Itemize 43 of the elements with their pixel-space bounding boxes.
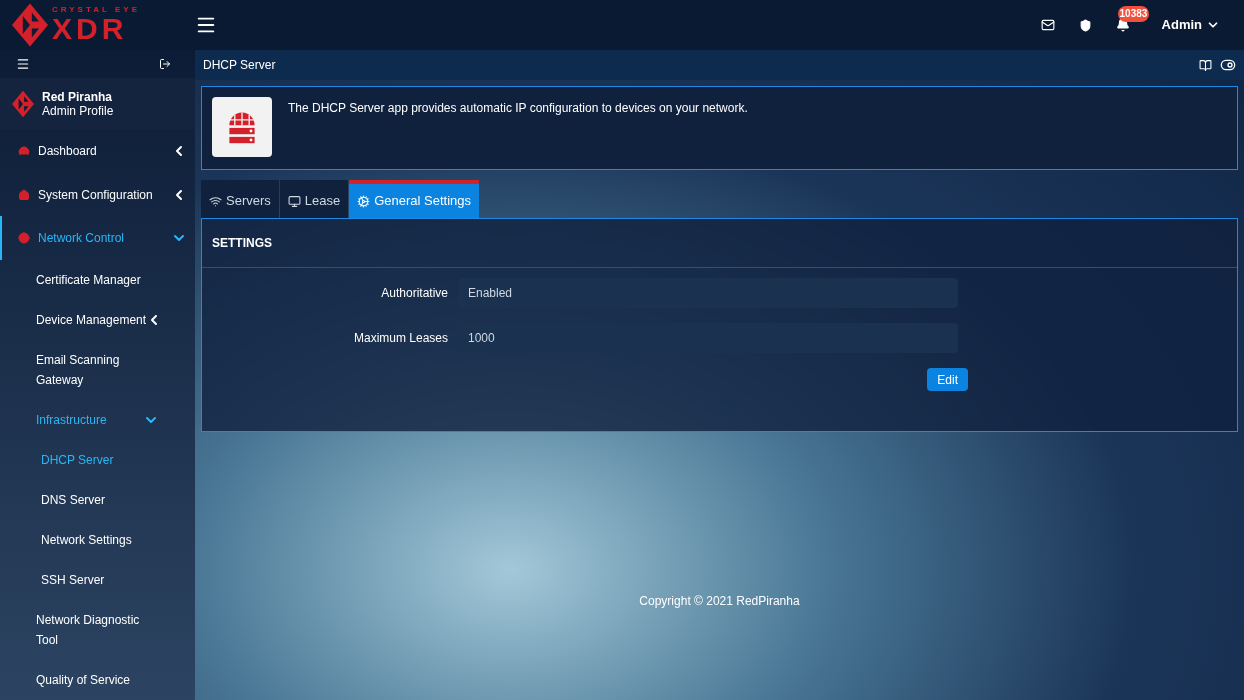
page-title: DHCP Server — [203, 57, 276, 74]
sidebar-item[interactable]: SSH Server — [41, 570, 153, 590]
sidebar-item[interactable]: DNS Server — [41, 490, 153, 510]
user-menu[interactable]: Admin — [1161, 15, 1220, 35]
sidebar-item[interactable]: Infrastructure — [36, 410, 107, 430]
tab[interactable]: Lease — [279, 180, 349, 218]
monitor-icon — [287, 194, 301, 208]
sidebar-item[interactable]: Network Diagnostic Tool — [36, 610, 148, 650]
edit-button[interactable]: Edit — [927, 368, 968, 391]
sidebar-item[interactable]: Quality of Service — [36, 670, 148, 690]
logo-title: XDR — [52, 14, 129, 44]
sidebar-item[interactable]: DHCP Server — [41, 450, 153, 470]
tab[interactable]: General Settings — [349, 180, 480, 218]
shield-icon[interactable] — [1078, 18, 1092, 32]
field-label: Authoritative — [380, 285, 449, 302]
sidebar-item[interactable]: Network Control — [38, 229, 125, 248]
notification-badge: 10383 — [1117, 6, 1150, 22]
logo-icon — [12, 3, 48, 47]
profile-role: Admin Profile — [42, 103, 114, 118]
logout-icon[interactable] — [159, 58, 171, 71]
profile-name: Red Piranha — [42, 89, 114, 104]
app-icon — [212, 97, 272, 157]
copyright-text: Copyright © 2021 RedPiranha — [639, 593, 800, 610]
house-icon — [18, 188, 30, 201]
wifi-icon — [209, 194, 222, 208]
sidebar-item[interactable]: Email Scanning Gateway — [36, 350, 148, 390]
field-label: Maximum Leases — [352, 330, 449, 347]
sidebar-item[interactable]: System Configuration — [38, 185, 153, 204]
app-description: The DHCP Server app provides automatic IP configuration to devices on your network. — [288, 100, 748, 117]
sidebar-item[interactable]: Network Settings — [41, 530, 153, 550]
input-field[interactable]: Enabled — [458, 278, 958, 308]
tab[interactable]: Servers — [201, 180, 279, 218]
section-heading: SETTINGS — [212, 235, 272, 252]
gear-icon — [357, 194, 371, 208]
mail-icon[interactable] — [1040, 18, 1055, 32]
toggle-icon[interactable] — [1220, 57, 1236, 73]
sidebar-item[interactable]: Certificate Manager — [36, 270, 148, 290]
sidebar-item[interactable]: Device Management — [36, 310, 147, 330]
sidebar-item[interactable]: Dashboard — [38, 142, 97, 161]
menu-icon[interactable] — [16, 57, 30, 72]
logo-subtitle: CRYSTAL EYE — [52, 6, 140, 14]
book-icon[interactable] — [1199, 58, 1212, 72]
logo-icon — [12, 89, 34, 118]
